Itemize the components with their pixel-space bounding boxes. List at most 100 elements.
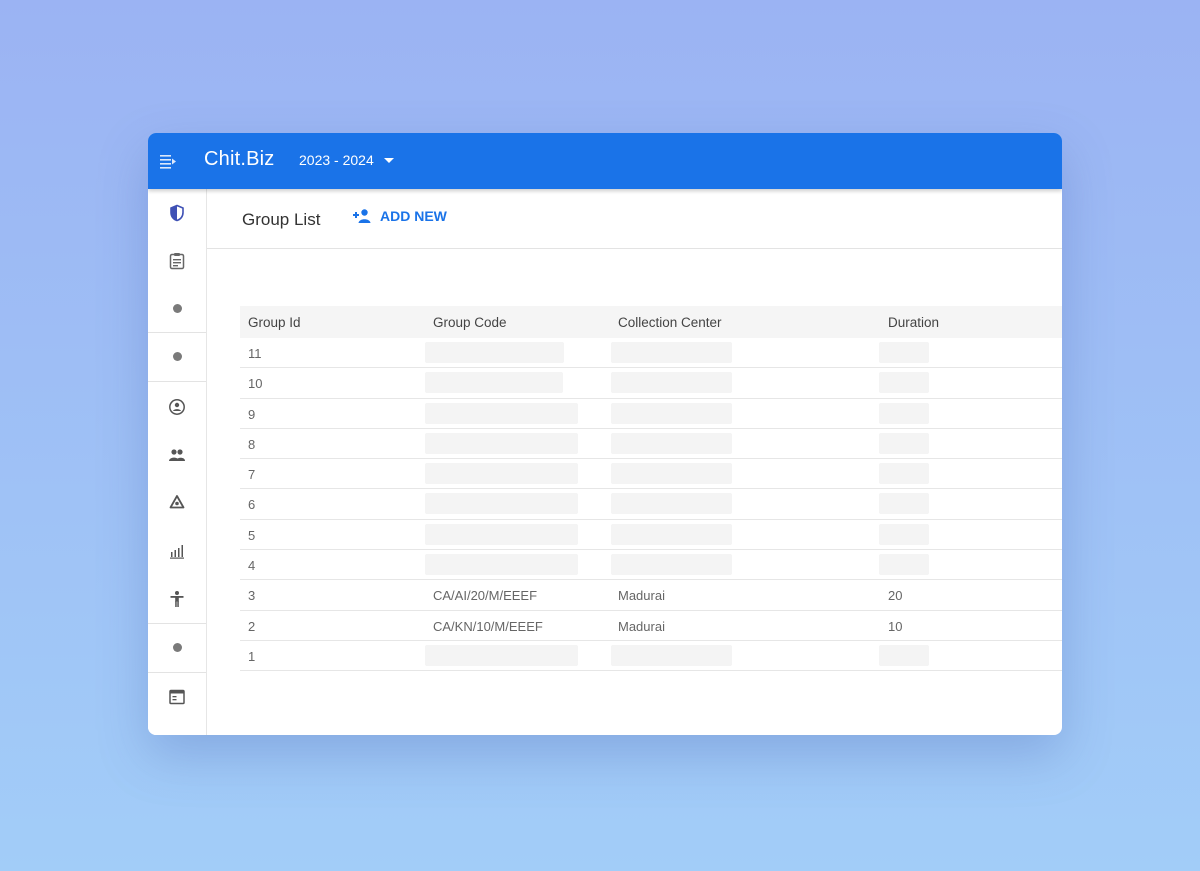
loading-placeholder: [879, 372, 929, 394]
table-row[interactable]: 10: [240, 368, 1062, 399]
table-row[interactable]: 1: [240, 641, 1062, 672]
duration-cell: 20: [888, 588, 903, 604]
sidebar-item-people[interactable]: [148, 435, 206, 475]
column-header-group-id[interactable]: Group Id: [248, 315, 301, 330]
table-row[interactable]: 7: [240, 459, 1062, 490]
group-id-cell: 8: [248, 436, 256, 452]
loading-placeholder: [425, 402, 578, 424]
table-row[interactable]: 9: [240, 399, 1062, 429]
group-id-cell: 2: [248, 618, 256, 634]
loading-placeholder: [611, 523, 732, 545]
loading-placeholder: [879, 523, 929, 545]
group-id-cell: 7: [248, 467, 256, 483]
sidebar-divider: [148, 623, 206, 624]
column-header-duration[interactable]: Duration: [888, 315, 939, 330]
column-header-collection-center[interactable]: Collection Center: [618, 315, 722, 330]
loading-placeholder: [611, 463, 732, 485]
sidebar-item-dot-3[interactable]: [148, 627, 206, 667]
shield-icon: [170, 204, 184, 222]
table-row[interactable]: 4: [240, 550, 1062, 581]
sidebar-item-shield[interactable]: [148, 193, 206, 233]
loading-placeholder: [611, 554, 732, 576]
loading-placeholder: [879, 644, 929, 666]
recycle-icon: [169, 495, 185, 509]
add-person-icon: [353, 209, 371, 223]
table-header: Group Id Group Code Collection Center Du…: [240, 306, 1062, 338]
app-title: Chit.Biz: [204, 148, 275, 170]
loading-placeholder: [879, 554, 929, 576]
group-list-table: Group Id Group Code Collection Center Du…: [240, 306, 1062, 672]
financial-year-select[interactable]: 2023 - 2024: [299, 152, 394, 168]
sidebar-item-clipboard[interactable]: [148, 241, 206, 281]
loading-placeholder: [879, 463, 929, 485]
sidebar-item-dot-1[interactable]: [148, 288, 206, 328]
loading-placeholder: [611, 493, 732, 515]
loading-placeholder: [425, 554, 578, 576]
sidebar-item-calendar[interactable]: [148, 677, 206, 717]
loading-placeholder: [879, 342, 929, 363]
loading-placeholder: [425, 372, 563, 394]
table-body: 11 10 9 8 7 6 5 4 3 CA/AI/20/M/EEEF Madurai 20 2 CA/K…: [240, 338, 1062, 672]
table-row[interactable]: 6: [240, 489, 1062, 520]
group-id-cell: 6: [248, 497, 256, 513]
page-title: Group List: [242, 210, 321, 229]
app-window: Chit.Biz 2023 - 2024 Group List ADD NEW …: [148, 133, 1062, 735]
page-header: Group List ADD NEW: [207, 189, 1062, 249]
financial-year-value: 2023 - 2024: [299, 152, 374, 168]
collection-center-cell: Madurai: [618, 618, 665, 634]
loading-placeholder: [611, 432, 732, 454]
sidebar-item-recycle[interactable]: [148, 483, 206, 523]
loading-placeholder: [425, 342, 564, 363]
top-app-bar: Chit.Biz 2023 - 2024: [148, 133, 1062, 189]
bar-chart-icon: [170, 545, 184, 559]
loading-placeholder: [425, 432, 578, 454]
add-new-label: ADD NEW: [380, 208, 447, 224]
loading-placeholder: [611, 372, 732, 394]
chevron-down-icon: [383, 157, 394, 163]
sidebar: [148, 189, 207, 735]
accessibility-icon: [170, 591, 184, 607]
dot-icon: [172, 642, 182, 652]
group-code-cell: CA/KN/10/M/EEEF: [433, 618, 543, 634]
clipboard-icon: [169, 253, 185, 270]
dot-icon: [172, 303, 182, 313]
sidebar-item-account[interactable]: [148, 387, 206, 427]
loading-placeholder: [879, 432, 929, 454]
add-new-button[interactable]: ADD NEW: [352, 208, 447, 224]
table-row[interactable]: 8: [240, 429, 1062, 460]
group-id-cell: 5: [248, 527, 256, 543]
loading-placeholder: [425, 463, 578, 485]
group-id-cell: 4: [248, 558, 256, 574]
account-circle-icon: [169, 399, 185, 415]
duration-cell: 10: [888, 618, 903, 634]
table-row[interactable]: 2 CA/KN/10/M/EEEF Madurai 10: [240, 611, 1062, 641]
loading-placeholder: [879, 402, 929, 424]
loading-placeholder: [611, 342, 732, 363]
group-id-cell: 1: [248, 648, 256, 664]
people-icon: [169, 449, 185, 461]
sidebar-divider: [148, 332, 206, 333]
loading-placeholder: [879, 493, 929, 515]
loading-placeholder: [611, 402, 732, 424]
group-id-cell: 9: [248, 406, 256, 422]
table-row[interactable]: 11: [240, 338, 1062, 369]
group-id-cell: 10: [248, 376, 263, 392]
sidebar-item-dot-2[interactable]: [148, 336, 206, 376]
loading-placeholder: [425, 493, 578, 515]
sidebar-item-accessibility[interactable]: [148, 579, 206, 619]
group-code-cell: CA/AI/20/M/EEEF: [433, 588, 538, 604]
sidebar-divider: [148, 672, 206, 673]
menu-toggle-icon[interactable]: [158, 151, 178, 171]
table-row[interactable]: 3 CA/AI/20/M/EEEF Madurai 20: [240, 580, 1062, 611]
loading-placeholder: [611, 644, 732, 666]
collection-center-cell: Madurai: [618, 588, 665, 604]
loading-placeholder: [425, 523, 578, 545]
sidebar-item-chart[interactable]: [148, 531, 206, 571]
loading-placeholder: [425, 644, 578, 666]
group-id-cell: 3: [248, 588, 256, 604]
group-id-cell: 11: [248, 346, 262, 361]
sidebar-divider: [148, 381, 206, 382]
table-row[interactable]: 5: [240, 520, 1062, 551]
calendar-view-icon: [169, 689, 185, 705]
column-header-group-code[interactable]: Group Code: [433, 315, 507, 330]
